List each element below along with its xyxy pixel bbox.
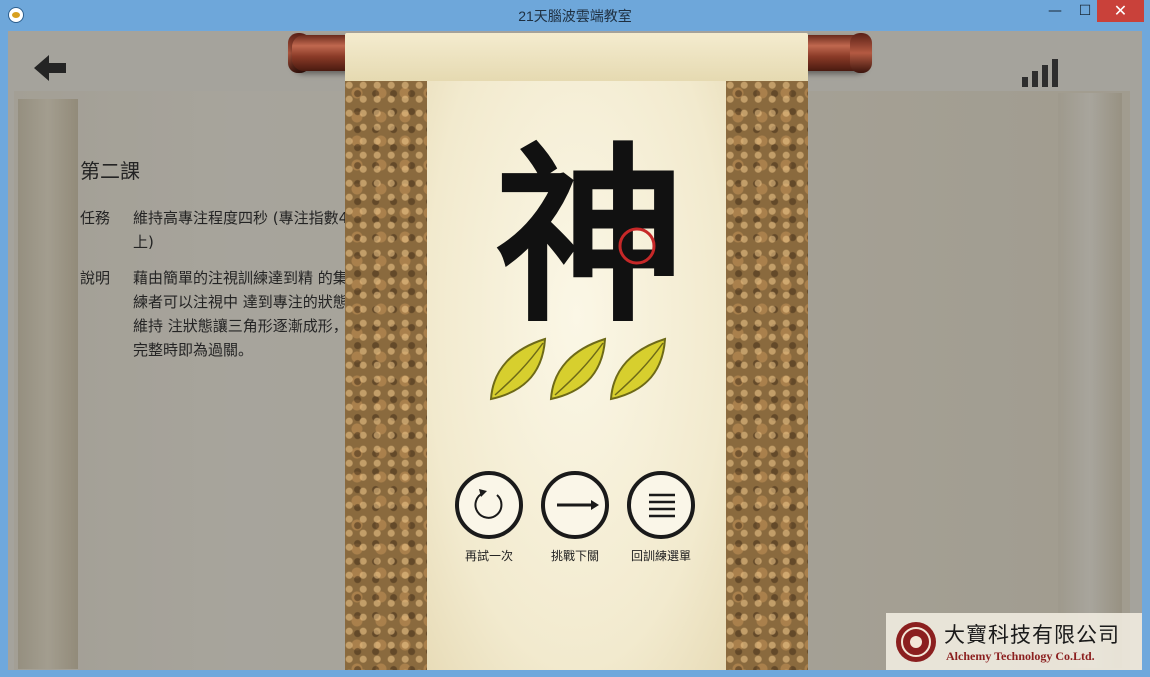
leaf-icon (489, 337, 547, 401)
leaf-rating (489, 337, 667, 401)
company-logo: 大寶科技有限公司 Alchemy Technology Co.Ltd. (886, 613, 1142, 670)
maximize-button[interactable]: ☐ (1070, 0, 1100, 22)
menu-lines-icon (627, 471, 695, 539)
app-client-area: 第二課 任務 維持高專注程度四秒 (專注指數40以上) 說明 藉由簡單的注視訓練… (8, 31, 1142, 670)
app-window: 21天腦波雲端教室 — ☐ ✕ 第二課 任務 維持高專注程度四秒 (專注指數40… (0, 0, 1150, 677)
arrow-right-icon (541, 471, 609, 539)
company-seal-icon (896, 622, 936, 662)
minimize-button[interactable]: — (1040, 0, 1070, 22)
seal-stamp-icon (618, 227, 656, 265)
company-name-cn: 大寶科技有限公司 (944, 623, 1120, 647)
company-name-en: Alchemy Technology Co.Ltd. (946, 649, 1095, 663)
next-level-label: 挑戰下關 (550, 549, 599, 563)
close-button[interactable]: ✕ (1097, 0, 1144, 22)
leaf-icon (609, 337, 667, 401)
brocade-border-right (726, 81, 808, 670)
title-bar[interactable]: 21天腦波雲端教室 — ☐ ✕ (0, 0, 1150, 30)
scroll-top-roll (345, 33, 808, 83)
retry-icon (455, 471, 523, 539)
brocade-border-left (345, 81, 427, 670)
next-level-button[interactable]: 挑戰下關 (535, 469, 615, 564)
retry-label: 再試一次 (464, 549, 513, 563)
training-menu-button[interactable]: 回訓練選單 (621, 469, 701, 564)
leaf-icon (549, 337, 607, 401)
scroll-rod-end-right (850, 33, 872, 73)
result-scroll: 神 再試一次 挑戰下關 回訓練選單 (345, 33, 808, 670)
result-actions: 再試一次 挑戰下關 回訓練選單 (449, 469, 709, 579)
training-menu-label: 回訓練選單 (630, 549, 691, 563)
window-title: 21天腦波雲端教室 (518, 8, 632, 24)
retry-button[interactable]: 再試一次 (449, 469, 529, 564)
